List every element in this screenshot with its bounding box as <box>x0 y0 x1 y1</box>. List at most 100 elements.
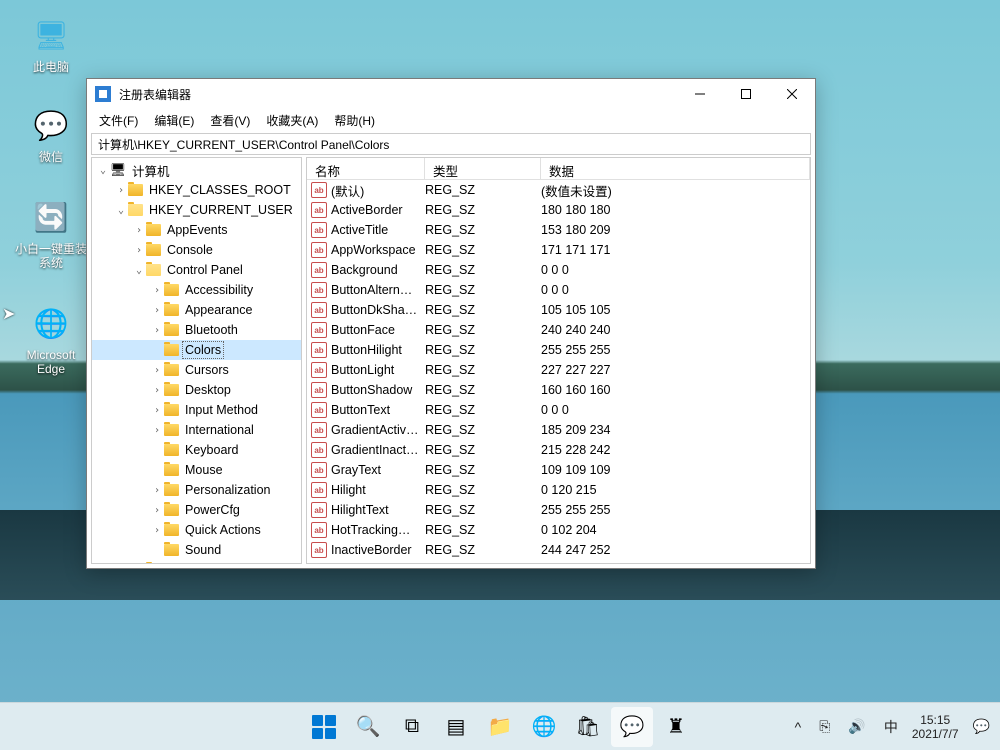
tree-node[interactable]: ›International <box>92 420 301 440</box>
tray-chevron-icon[interactable]: ^ <box>791 715 806 739</box>
tree-twist-icon[interactable]: ⌄ <box>96 165 110 176</box>
tree-node[interactable]: ·Keyboard <box>92 440 301 460</box>
network-icon[interactable]: ⎘ <box>815 714 834 739</box>
tree-node[interactable]: ›Bluetooth <box>92 320 301 340</box>
desktop-icon-edge[interactable]: 🌐Microsoft Edge <box>14 302 88 376</box>
menu-item-0[interactable]: 文件(F) <box>91 110 146 131</box>
menu-item-4[interactable]: 帮助(H) <box>326 110 383 131</box>
taskbar-taskview-button[interactable]: ⧉ <box>391 707 433 747</box>
tree-node[interactable]: ›Personalization <box>92 480 301 500</box>
this-pc-icon: 🖥 <box>30 14 72 56</box>
col-data[interactable]: 数据 <box>541 158 810 179</box>
tree-pane[interactable]: ⌄计算机›HKEY_CLASSES_ROOT⌄HKEY_CURRENT_USER… <box>91 157 302 564</box>
registry-value-row[interactable]: GrayTextREG_SZ109 109 109 <box>307 460 810 480</box>
tree-node[interactable]: ›Accessibility <box>92 280 301 300</box>
taskbar-search-button[interactable]: 🔍 <box>347 707 389 747</box>
tree-twist-icon[interactable]: › <box>150 525 164 536</box>
menu-item-3[interactable]: 收藏夹(A) <box>258 110 326 131</box>
registry-value-row[interactable]: ButtonFaceREG_SZ240 240 240 <box>307 320 810 340</box>
tree-node[interactable]: ›Cursors <box>92 360 301 380</box>
registry-value-row[interactable]: HilightREG_SZ0 120 215 <box>307 480 810 500</box>
notifications-icon[interactable]: 💬 <box>969 714 994 739</box>
tree-twist-icon[interactable]: › <box>150 285 164 296</box>
tree-node-label: Control Panel <box>165 262 245 278</box>
registry-value-row[interactable]: ActiveTitleREG_SZ153 180 209 <box>307 220 810 240</box>
tree-node[interactable]: ·Colors <box>92 340 301 360</box>
address-bar[interactable]: 计算机\HKEY_CURRENT_USER\Control Panel\Colo… <box>91 133 811 155</box>
minimize-button[interactable] <box>677 79 723 109</box>
values-pane[interactable]: 名称 类型 数据 (默认)REG_SZ(数值未设置)ActiveBorderRE… <box>306 157 811 564</box>
tree-node[interactable]: ›Input Method <box>92 400 301 420</box>
tree-twist-icon[interactable]: › <box>150 405 164 416</box>
registry-value-row[interactable]: HotTrackingCo...REG_SZ0 102 204 <box>307 520 810 540</box>
registry-value-row[interactable]: HilightTextREG_SZ255 255 255 <box>307 500 810 520</box>
desktop-icon-wechat[interactable]: 💬微信 <box>14 104 88 164</box>
taskbar-edge-button[interactable]: 🌐 <box>523 707 565 747</box>
tree-node[interactable]: ·Mouse <box>92 460 301 480</box>
tree-twist-icon[interactable]: › <box>150 325 164 336</box>
registry-value-row[interactable]: (默认)REG_SZ(数值未设置) <box>307 180 810 200</box>
tree-node[interactable]: ›HKEY_CLASSES_ROOT <box>92 180 301 200</box>
registry-value-row[interactable]: BackgroundREG_SZ0 0 0 <box>307 260 810 280</box>
tree-twist-icon[interactable]: › <box>150 485 164 496</box>
volume-icon[interactable]: 🔊 <box>844 714 869 739</box>
value-name: ActiveBorder <box>331 203 425 217</box>
menubar: 文件(F)编辑(E)查看(V)收藏夹(A)帮助(H) <box>87 109 815 131</box>
tree-twist-icon[interactable]: › <box>150 425 164 436</box>
tree-node[interactable]: ·Sound <box>92 540 301 560</box>
desktop-icon-xiaobai[interactable]: 🔄小白一键重装系统 <box>14 196 88 270</box>
tree-node[interactable]: ⌄计算机 <box>92 160 301 180</box>
tree-node[interactable]: ⌄ Control Panel <box>92 260 301 280</box>
tree-twist-icon[interactable]: › <box>150 365 164 376</box>
taskbar-wechat-button[interactable]: 💬 <box>611 707 653 747</box>
taskbar-store-button[interactable]: 🛍 <box>567 707 609 747</box>
tree-node[interactable]: ⌄HKEY_CURRENT_USER <box>92 200 301 220</box>
ime-indicator[interactable]: 中 <box>880 713 902 741</box>
tree-node[interactable]: ›AppEvents <box>92 220 301 240</box>
registry-value-row[interactable]: GradientActive...REG_SZ185 209 234 <box>307 420 810 440</box>
tree-twist-icon[interactable]: › <box>150 305 164 316</box>
maximize-button[interactable] <box>723 79 769 109</box>
tree-node[interactable]: ›Console <box>92 240 301 260</box>
tree-node[interactable]: ›Quick Actions <box>92 520 301 540</box>
registry-value-row[interactable]: ButtonTextREG_SZ0 0 0 <box>307 400 810 420</box>
taskbar-explorer-button[interactable]: 📁 <box>479 707 521 747</box>
registry-value-row[interactable]: InactiveBorderREG_SZ244 247 252 <box>307 540 810 560</box>
tree-twist-icon[interactable]: ⌄ <box>114 205 128 216</box>
folder-icon <box>164 324 179 336</box>
tree-twist-icon[interactable]: ⌄ <box>132 265 146 276</box>
tree-twist-icon[interactable]: › <box>114 185 128 196</box>
registry-value-row[interactable]: ButtonDkShad...REG_SZ105 105 105 <box>307 300 810 320</box>
tree-twist-icon[interactable]: › <box>132 225 146 236</box>
tree-node[interactable]: ›Appearance <box>92 300 301 320</box>
string-value-icon <box>311 222 327 238</box>
registry-value-row[interactable]: GradientInactiv...REG_SZ215 228 242 <box>307 440 810 460</box>
menu-item-1[interactable]: 编辑(E) <box>146 110 202 131</box>
taskbar-widgets-button[interactable]: ▤ <box>435 707 477 747</box>
tree-node[interactable]: ›Desktop <box>92 380 301 400</box>
tree-node[interactable]: ›PowerCfg <box>92 500 301 520</box>
registry-value-row[interactable]: ButtonAlternat...REG_SZ0 0 0 <box>307 280 810 300</box>
col-type[interactable]: 类型 <box>425 158 541 179</box>
clock[interactable]: 15:15 2021/7/7 <box>912 713 959 741</box>
value-data: 255 255 255 <box>541 343 810 357</box>
registry-value-row[interactable]: ButtonLightREG_SZ227 227 227 <box>307 360 810 380</box>
registry-value-row[interactable]: ButtonShadowREG_SZ160 160 160 <box>307 380 810 400</box>
titlebar[interactable]: 注册表编辑器 <box>87 79 815 109</box>
col-name[interactable]: 名称 <box>307 158 425 179</box>
menu-item-2[interactable]: 查看(V) <box>202 110 258 131</box>
close-button[interactable] <box>769 79 815 109</box>
taskbar-app2-button[interactable]: ♜ <box>655 707 697 747</box>
computer-icon <box>110 163 126 177</box>
registry-value-row[interactable]: AppWorkspaceREG_SZ171 171 171 <box>307 240 810 260</box>
taskbar-start-button[interactable] <box>303 707 345 747</box>
tree-twist-icon[interactable]: › <box>150 505 164 516</box>
tree-node[interactable]: ›Environment <box>92 560 301 564</box>
value-data: 0 102 204 <box>541 523 810 537</box>
tree-twist-icon[interactable]: › <box>132 245 146 256</box>
desktop-icon-this-pc[interactable]: 🖥此电脑 <box>14 14 88 74</box>
registry-value-row[interactable]: ButtonHilightREG_SZ255 255 255 <box>307 340 810 360</box>
value-data: 0 0 0 <box>541 403 810 417</box>
tree-twist-icon[interactable]: › <box>150 385 164 396</box>
registry-value-row[interactable]: ActiveBorderREG_SZ180 180 180 <box>307 200 810 220</box>
